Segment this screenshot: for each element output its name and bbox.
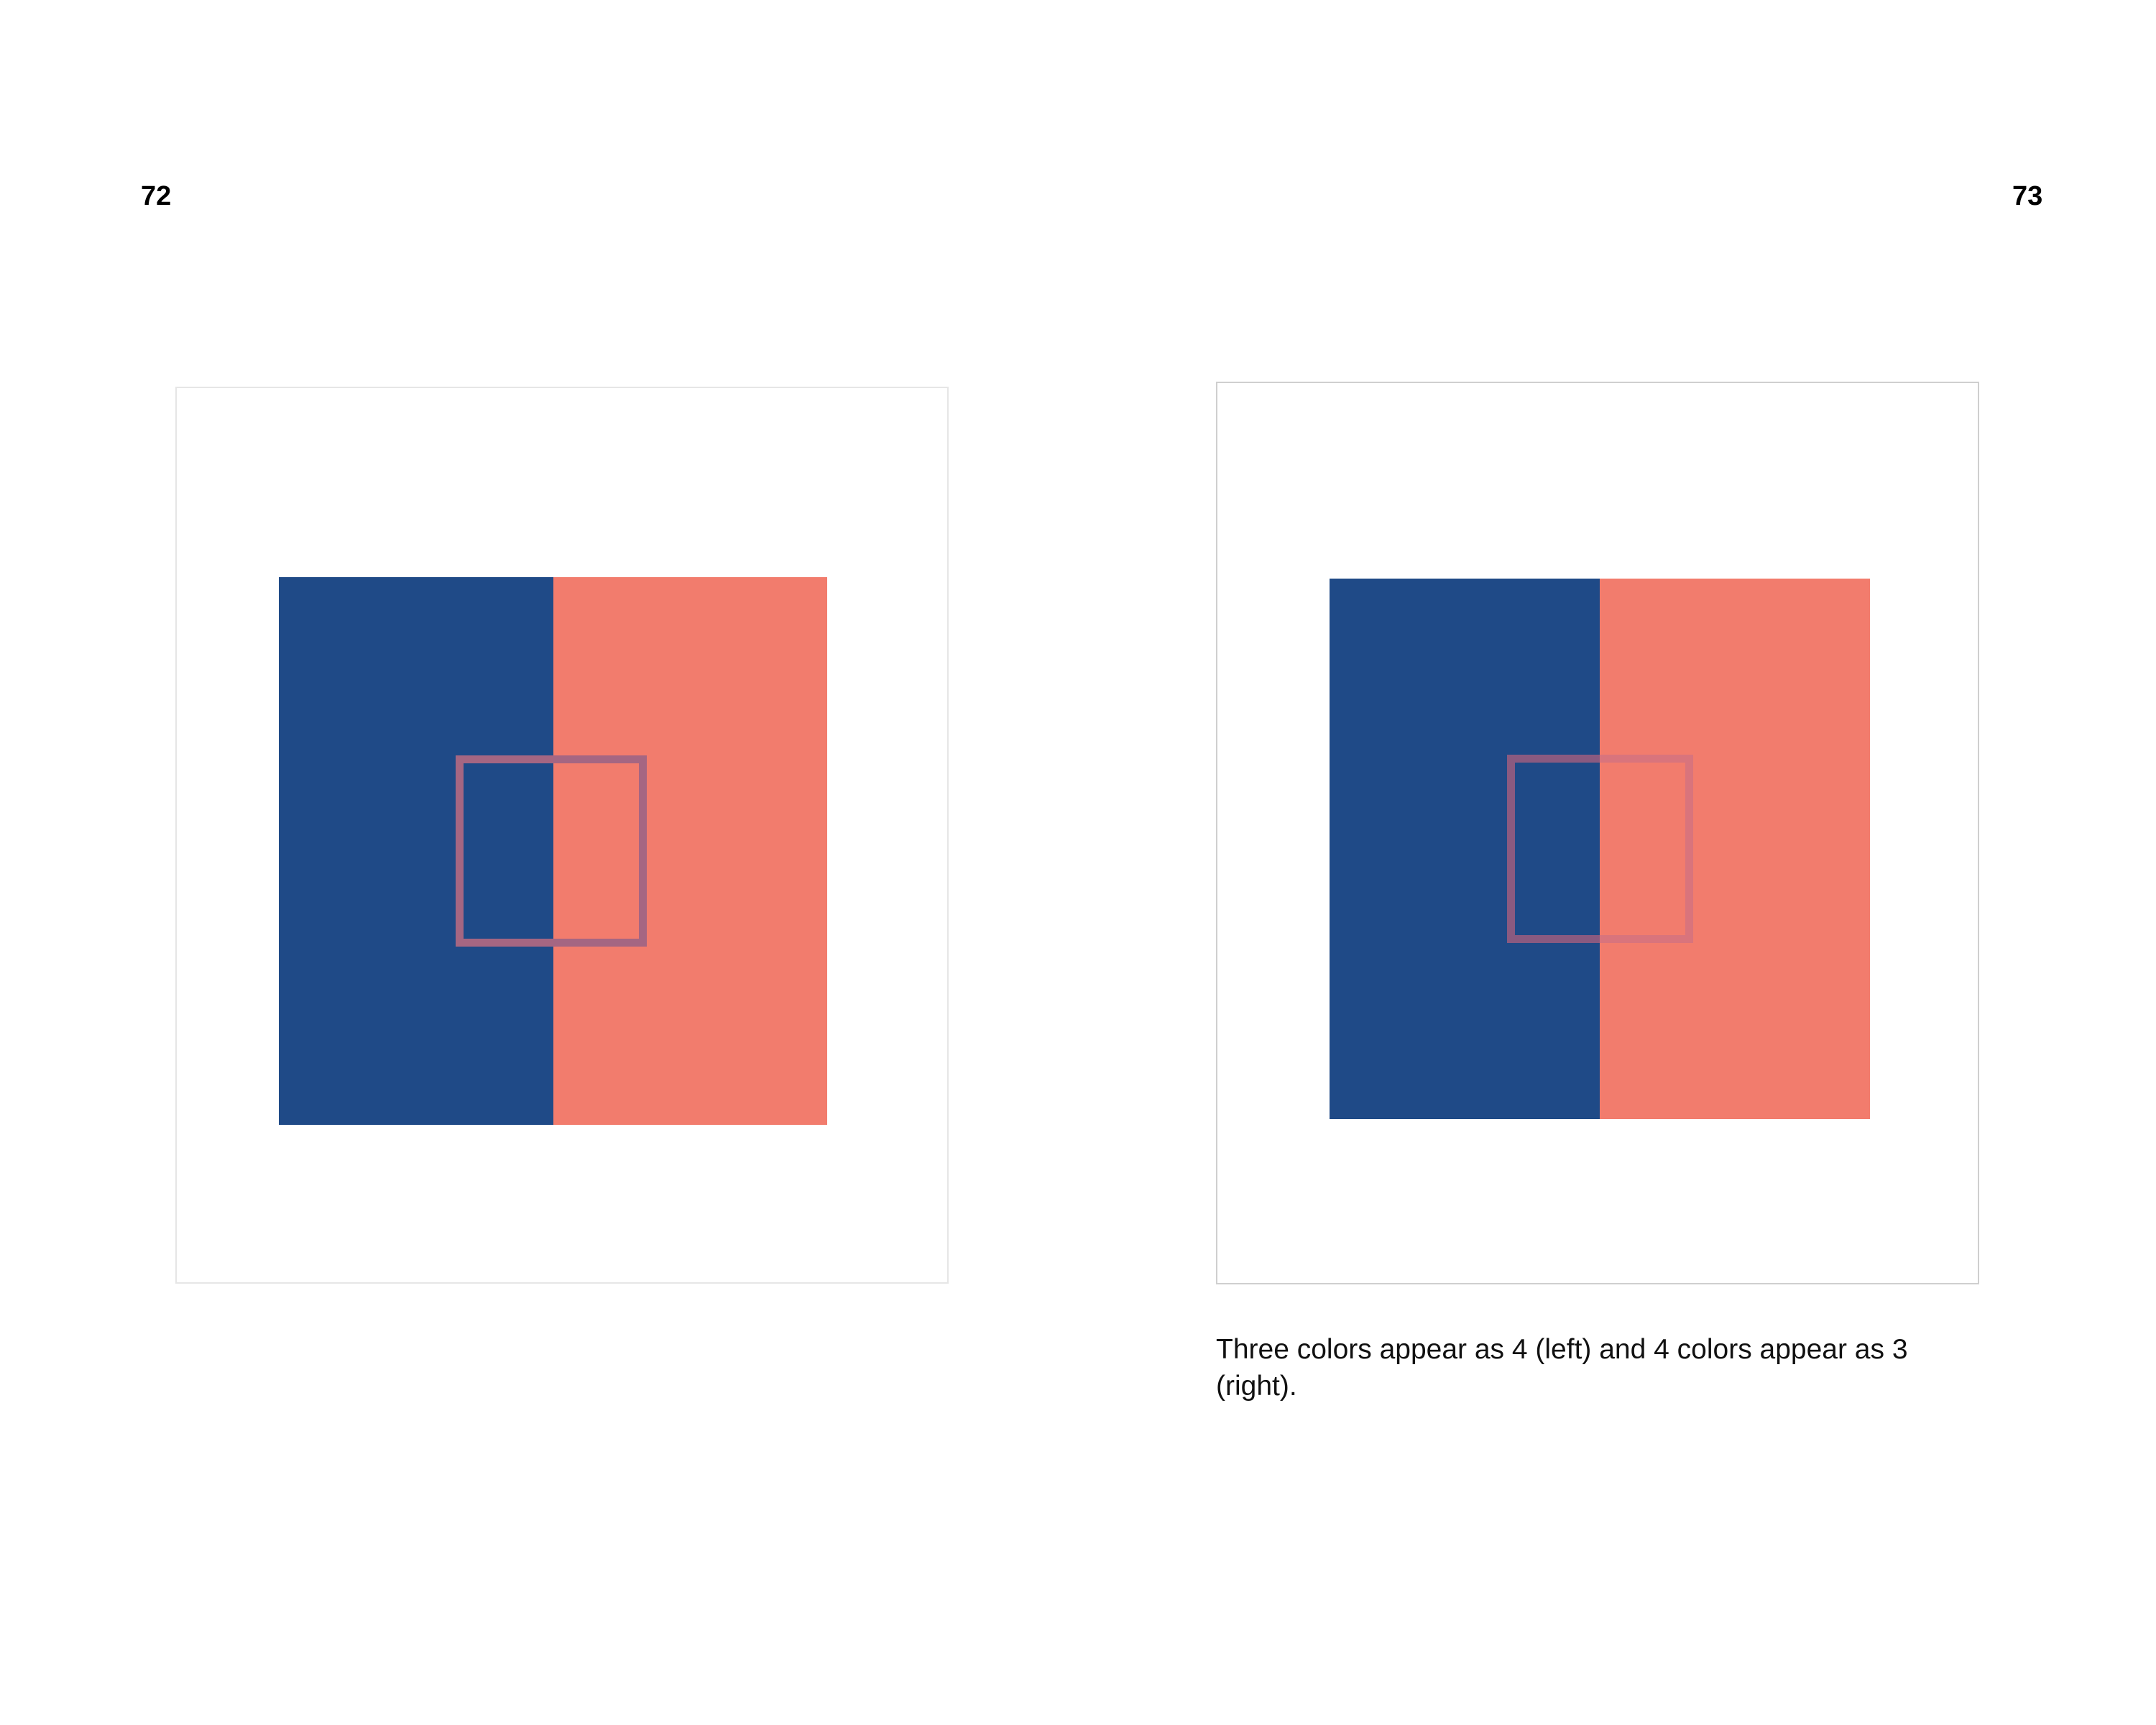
center-square-outline-left: [1507, 755, 1600, 943]
figure-right-frame: [1216, 382, 1979, 1284]
figure-left-frame: [175, 387, 949, 1284]
center-square-outline: [456, 755, 647, 947]
page-number-left: 72: [141, 181, 172, 211]
center-square-outline-right: [1600, 755, 1693, 943]
figure-caption: Three colors appear as 4 (left) and 4 co…: [1216, 1334, 1908, 1402]
page-number-right: 73: [2012, 181, 2043, 211]
